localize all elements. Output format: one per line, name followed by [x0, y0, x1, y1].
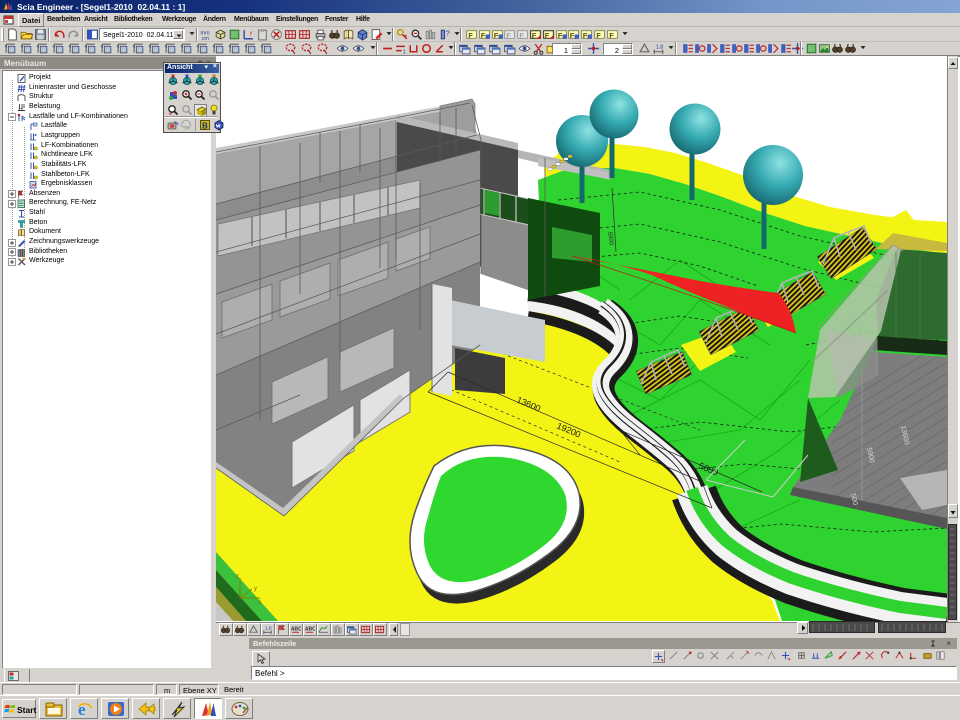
svg-text:o: o: [53, 44, 56, 49]
svg-text:F: F: [481, 31, 486, 40]
svg-text:o: o: [229, 44, 232, 49]
svg-text:o: o: [69, 44, 72, 49]
svg-text:ABC: ABC: [291, 626, 301, 632]
svg-text:o: o: [181, 44, 184, 49]
svg-text:o: o: [165, 44, 168, 49]
svg-text:o: o: [133, 44, 136, 49]
svg-text:o: o: [197, 44, 200, 49]
svg-text:1: 1: [403, 49, 406, 55]
svg-text:1,8: 1,8: [265, 626, 272, 631]
svg-text:F: F: [468, 31, 473, 40]
svg-text:F: F: [545, 31, 550, 40]
svg-text:F: F: [493, 31, 498, 40]
svg-text:o: o: [85, 44, 88, 49]
svg-text:o: o: [21, 44, 24, 49]
svg-text:o: o: [117, 44, 120, 49]
svg-text:o: o: [101, 44, 104, 49]
svg-text:B: B: [202, 122, 208, 131]
svg-text:F: F: [570, 31, 575, 40]
svg-text:24: 24: [184, 126, 190, 131]
svg-text:F: F: [609, 31, 614, 40]
svg-text:o: o: [245, 44, 248, 49]
svg-text:F: F: [583, 31, 588, 40]
svg-text:o: o: [261, 44, 264, 49]
svg-text:e: e: [78, 700, 86, 719]
svg-text:x: x: [258, 600, 261, 606]
svg-text:o: o: [149, 44, 152, 49]
svg-text:ABC: ABC: [305, 626, 315, 632]
svg-text:F: F: [519, 31, 524, 40]
svg-text:F: F: [532, 31, 537, 40]
svg-text:y: y: [254, 586, 257, 592]
svg-text:1,8: 1,8: [656, 45, 664, 51]
svg-text:?: ?: [446, 29, 450, 38]
svg-text:F: F: [596, 31, 601, 40]
svg-text:o: o: [37, 44, 40, 49]
svg-text:y: y: [250, 31, 253, 37]
svg-text:o: o: [5, 44, 8, 49]
svg-text:cm: cm: [202, 36, 210, 41]
svg-text:z: z: [236, 574, 239, 580]
svg-text:F: F: [557, 31, 562, 40]
svg-text:F: F: [507, 31, 512, 40]
svg-text:o: o: [213, 44, 216, 49]
